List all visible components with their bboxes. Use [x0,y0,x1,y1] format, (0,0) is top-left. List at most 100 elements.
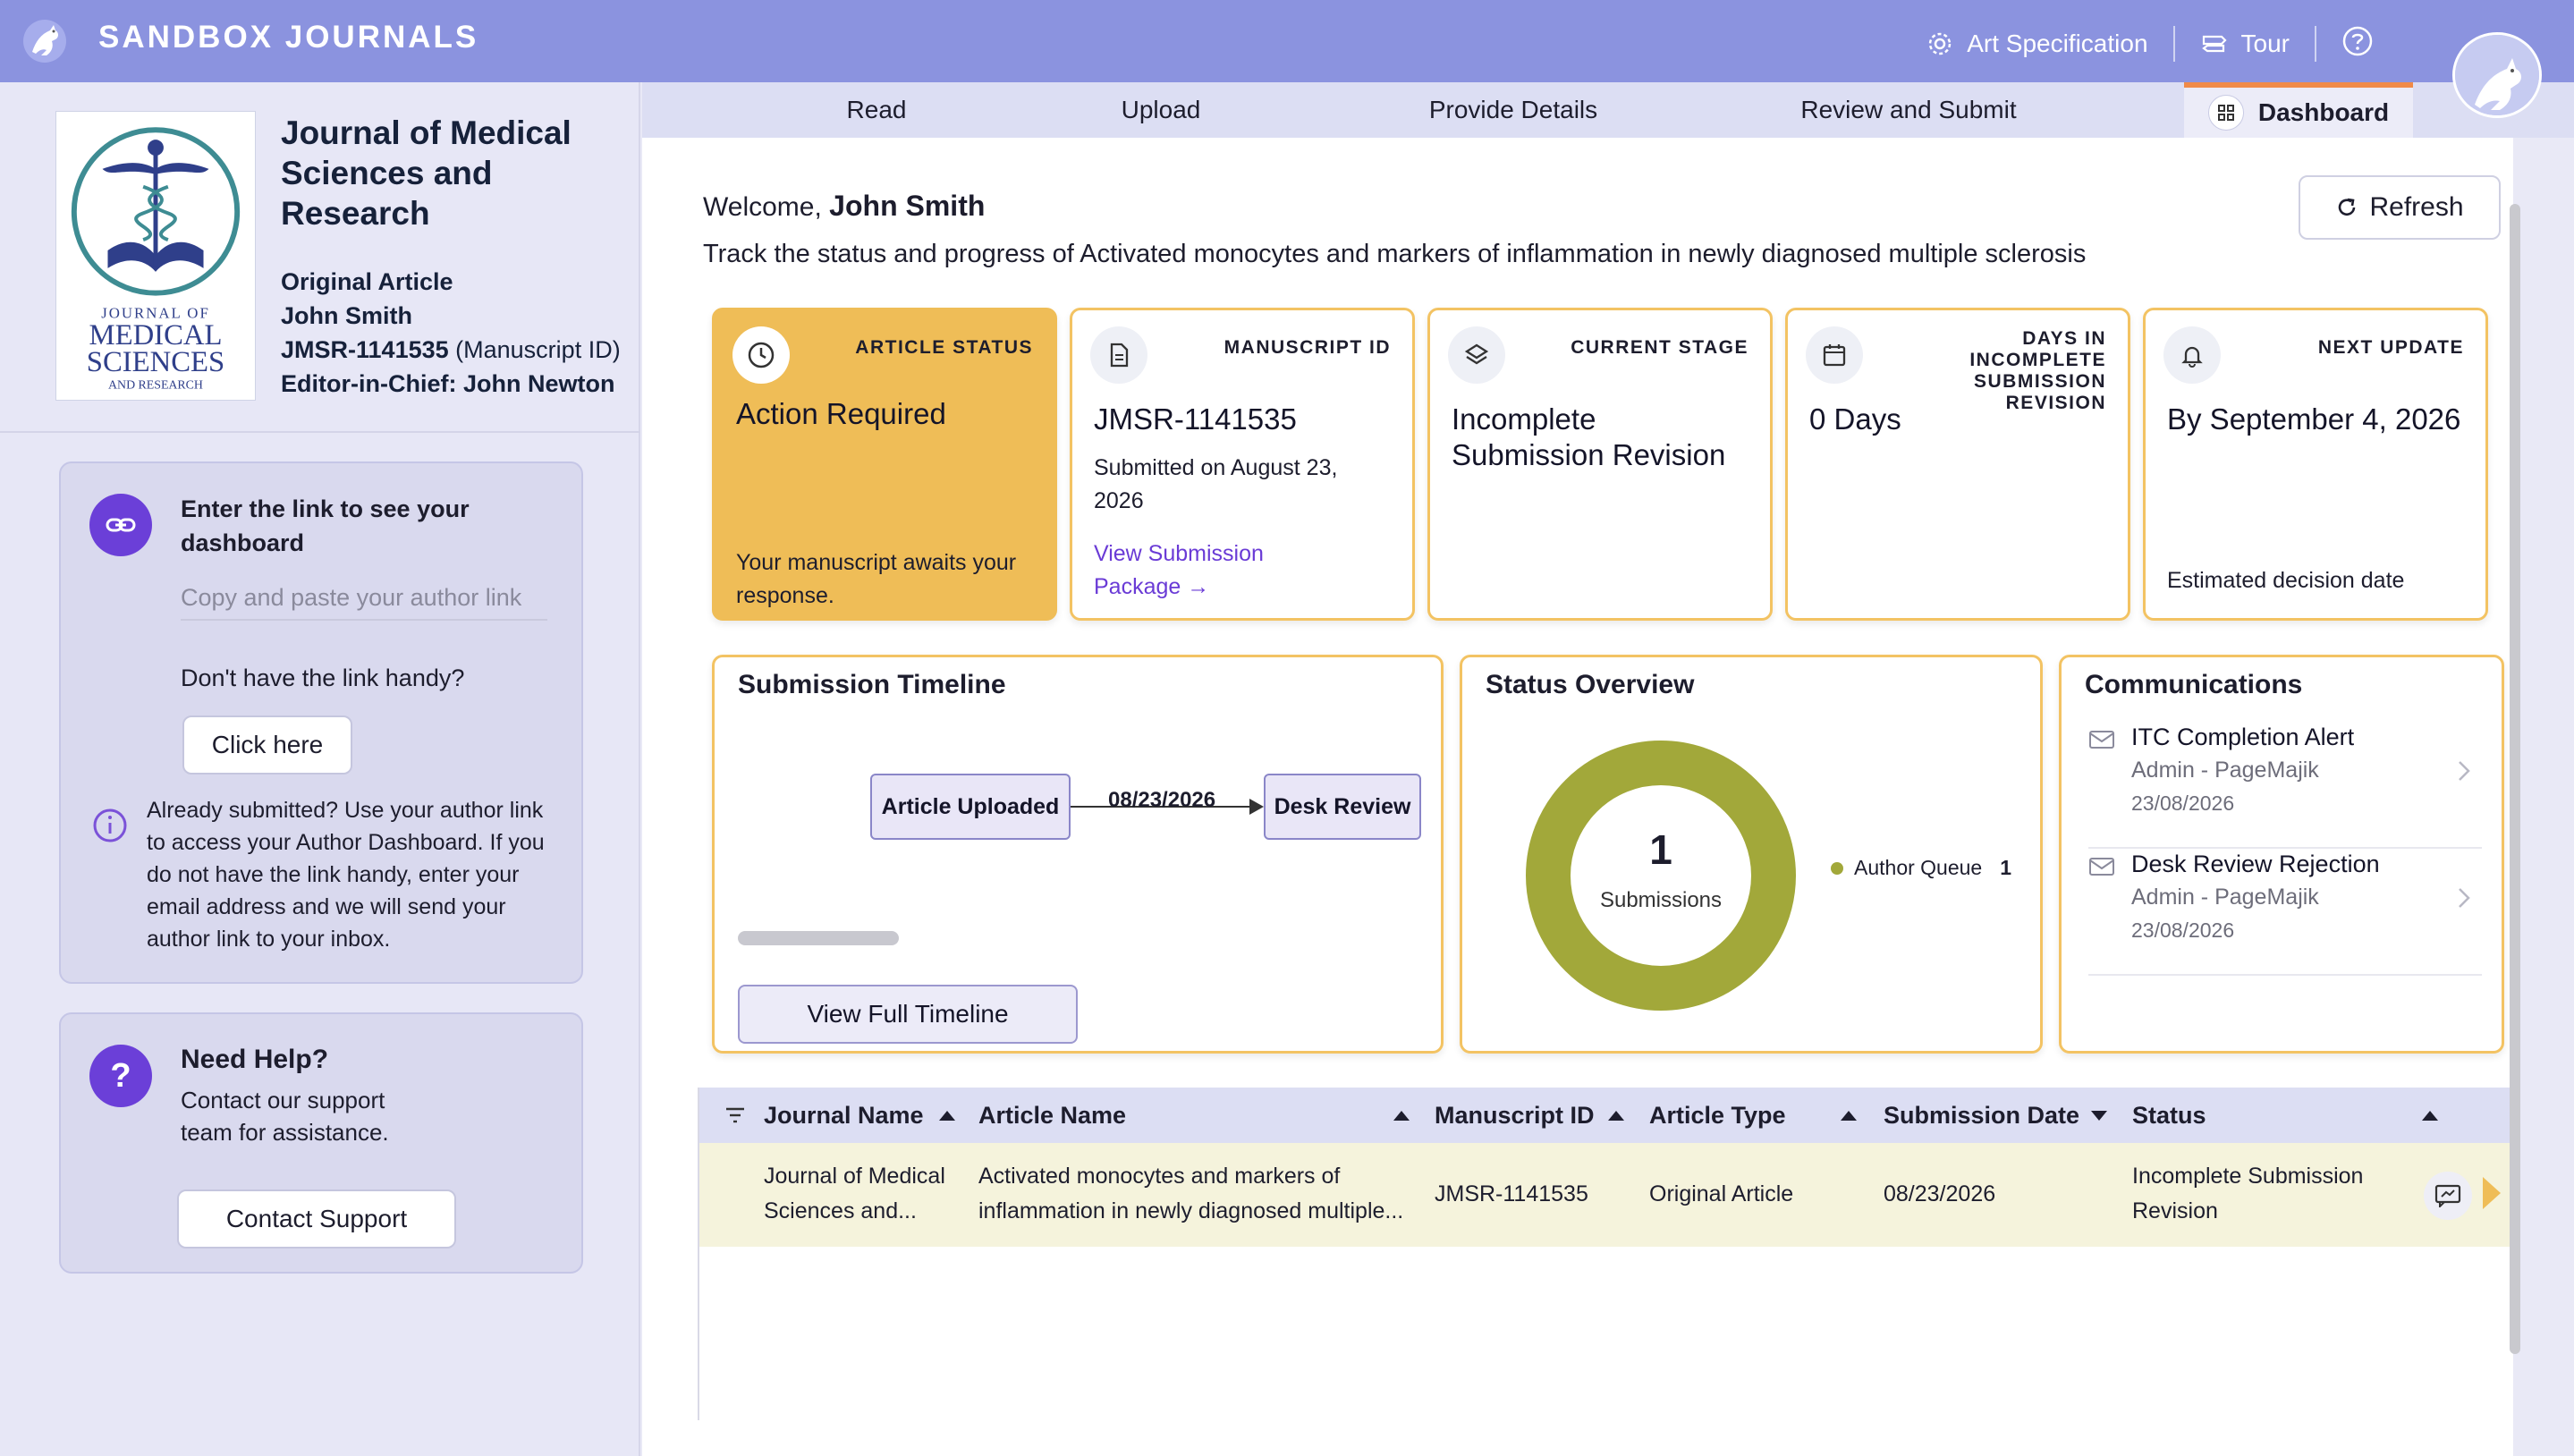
expand-row-icon[interactable] [2483,1177,2501,1209]
journal-meta: Original Article John Smith JMSR-1141535… [281,265,621,401]
table-row[interactable]: Journal of Medical Sciences and... Activ… [699,1143,2515,1247]
journal-cover-image: JOURNAL OF MEDICAL SCIENCES AND RESEARCH [55,111,256,401]
link-icon [89,494,152,556]
tour-label: Tour [2240,29,2290,57]
welcome-user-name: John Smith [829,190,986,222]
help-title: Need Help? [181,1045,329,1074]
no-link-text: Don't have the link handy? [181,665,465,691]
top-bar: SANDBOX JOURNALS Art Specification Tour [0,0,2574,82]
refresh-icon [2339,198,2356,216]
row-action-button[interactable] [2424,1172,2472,1220]
stat-value: Incomplete Submission Revision [1452,402,1726,471]
contact-support-button[interactable]: Contact Support [177,1189,456,1249]
view-full-timeline-button[interactable]: View Full Timeline [738,985,1078,1044]
link-card-title: Enter the link to see your dashboard [181,495,470,556]
help-card: ? Need Help? Contact our support team fo… [59,1012,583,1274]
click-here-button[interactable]: Click here [182,715,352,775]
question-icon: ? [89,1045,152,1107]
timeline-node[interactable]: Desk Review [1264,774,1421,840]
journal-title: Journal of Medical Sciences and Research [281,114,572,232]
brand-title: SANDBOX JOURNALS [98,20,479,55]
sort-ascending-icon[interactable] [1393,1111,1410,1121]
donut-total: 1 [1649,826,1672,873]
horizontal-scrollbar[interactable] [738,931,899,945]
filter-icon[interactable] [724,1105,746,1125]
tab-upload[interactable]: Upload [1063,82,1259,138]
info-icon [93,808,127,842]
tab-read[interactable]: Read [776,82,977,138]
author-link-input[interactable] [181,576,547,621]
tour-link[interactable]: Tour [2175,30,2315,58]
column-header-manuscript-id[interactable]: Manuscript ID [1435,1088,1595,1143]
chevron-right-icon [2459,888,2470,908]
timeline-title: Submission Timeline [738,670,1006,699]
welcome-prefix: Welcome, [703,192,822,222]
column-header-journal-name[interactable]: Journal Name [764,1088,924,1143]
legend-label: Author Queue [1854,856,1983,879]
sort-ascending-icon[interactable] [1841,1111,1857,1121]
stat-subtext: Submitted on August 23, 2026 [1094,455,1338,513]
column-header-submission-date[interactable]: Submission Date [1884,1088,2079,1143]
vertical-scrollbar[interactable] [2510,204,2520,1354]
tab-review-and-submit[interactable]: Review and Submit [1748,82,2070,138]
communication-from: Admin - PageMajik [2131,758,2319,783]
art-specification-link[interactable]: Art Specification [1901,30,2172,58]
communication-item[interactable]: ITC Completion Alert Admin - PageMajik 2… [2088,724,2482,849]
column-header-article-name[interactable]: Article Name [978,1088,1126,1143]
stat-label: MANUSCRIPT ID [1223,337,1391,358]
timeline-node[interactable]: Article Uploaded [870,774,1071,840]
column-header-status[interactable]: Status [2132,1088,2206,1143]
welcome-line: Welcome, John Smith [703,190,985,223]
stat-card-current-stage: CURRENT STAGE Incomplete Submission Revi… [1427,308,1773,621]
refresh-button[interactable]: Refresh [2299,175,2501,240]
cell-article-type: Original Article [1649,1181,1794,1206]
stat-card-article-status: ARTICLE STATUS Action Required Your manu… [712,308,1057,621]
question-circle-icon [2342,26,2373,56]
mail-icon [2089,731,2114,749]
communication-title: Desk Review Rejection [2131,851,2380,877]
stat-card-manuscript-id: MANUSCRIPT ID JMSR-1141535 Submitted on … [1070,308,1415,621]
communications-title: Communications [2085,670,2303,699]
cell-manuscript-id: JMSR-1141535 [1435,1181,1588,1206]
document-icon [1090,326,1147,384]
tab-provide-details[interactable]: Provide Details [1370,82,1656,138]
user-avatar[interactable] [2452,32,2542,118]
stat-value: JMSR-1141535 [1094,402,1297,436]
communication-date: 23/08/2026 [2131,791,2235,815]
editor-in-chief: Editor-in-Chief: John Newton [281,370,615,397]
stat-subtext: Estimated decision date [2167,568,2405,593]
view-submission-package-link[interactable]: View Submission Package → [1094,538,1326,604]
author-link-card: Enter the link to see your dashboard Don… [59,461,583,984]
stat-card-days-in-stage: DAYS IN INCOMPLETE SUBMISSION REVISION 0… [1785,308,2130,621]
manuscript-id-suffix: (Manuscript ID) [455,336,621,363]
table-header: Journal Name Article Name Manuscript ID … [699,1088,2515,1143]
sort-descending-icon[interactable] [2091,1111,2107,1121]
caduceus-logo-icon: JOURNAL OF MEDICAL SCIENCES AND RESEARCH [71,127,241,393]
sort-ascending-icon[interactable] [1608,1111,1624,1121]
communication-from: Admin - PageMajik [2131,885,2319,910]
bell-icon [2163,326,2221,384]
sort-ascending-icon[interactable] [2422,1111,2438,1121]
stat-value: Action Required [736,397,946,430]
help-button[interactable] [2316,25,2399,62]
cover-text-3: SCIENCES [87,346,224,378]
refresh-label: Refresh [2369,192,2464,222]
gear-icon [1928,32,1952,55]
column-header-article-type[interactable]: Article Type [1649,1088,1786,1143]
submission-timeline-panel: Submission Timeline Article Uploaded 08/… [712,655,1444,1054]
donut-caption: Submissions [1599,888,1723,912]
status-donut-chart [1526,741,1796,1011]
cell-article-name: Activated monocytes and markers of infla… [978,1164,1404,1223]
tab-dashboard[interactable]: Dashboard [2184,82,2413,138]
cover-text-4: AND RESEARCH [108,379,203,393]
stat-value: By September 4, 2026 [2167,402,2461,436]
sort-ascending-icon[interactable] [939,1111,955,1121]
top-actions: Art Specification Tour [1901,25,2399,62]
signpost-icon [2201,35,2227,52]
layers-icon [1448,326,1505,384]
chart-message-icon [2434,1184,2461,1207]
calendar-icon [1806,326,1863,384]
status-overview-title: Status Overview [1486,670,1695,699]
communication-item[interactable]: Desk Review Rejection Admin - PageMajik … [2088,851,2482,976]
stat-subtext: Your manuscript awaits your response. [736,550,1017,608]
